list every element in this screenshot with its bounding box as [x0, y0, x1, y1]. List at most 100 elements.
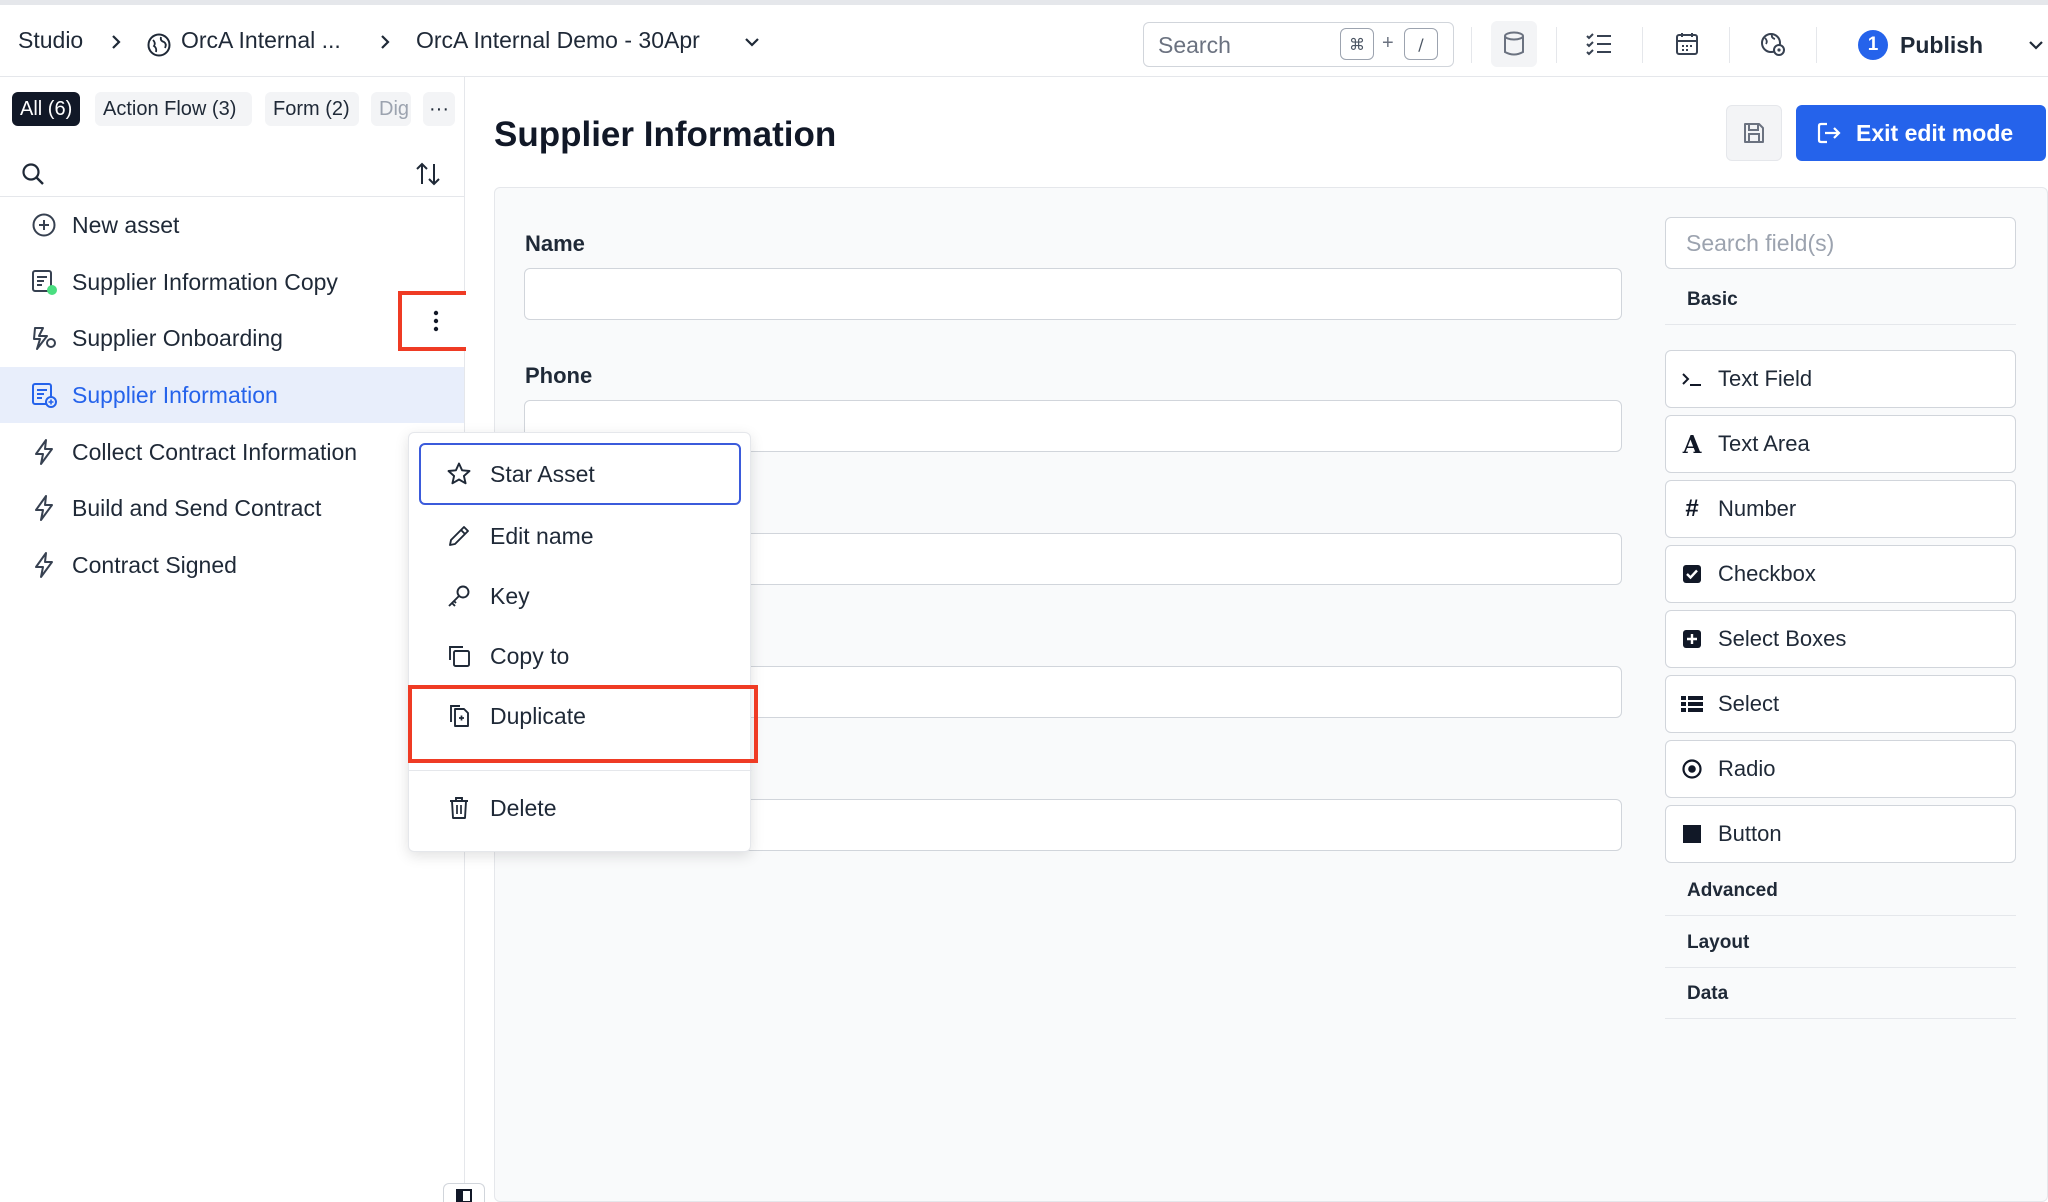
menu-item-star-asset[interactable]: Star Asset [419, 443, 741, 505]
menu-item-label: Edit name [490, 522, 594, 549]
palette-item-label: Checkbox [1718, 561, 1816, 586]
chevron-right-icon [112, 35, 121, 49]
menu-item-label: Delete [490, 794, 557, 821]
toolbar-divider [1642, 27, 1643, 63]
globe-settings-icon[interactable] [1750, 21, 1796, 67]
global-search-input[interactable] [1158, 32, 1318, 59]
asset-item-supplier-information-copy[interactable]: Supplier Information Copy [0, 254, 464, 310]
filter-chip-dig[interactable]: Dig [371, 92, 411, 126]
filter-chip-action-flow[interactable]: Action Flow (3) [95, 92, 252, 126]
panel-toggle-button[interactable] [443, 1183, 485, 1202]
asset-item-new-asset[interactable]: New asset [0, 197, 464, 253]
search-icon[interactable] [20, 161, 46, 187]
publish-button[interactable]: 1 Publish [1858, 27, 1983, 63]
flow-icon [30, 324, 58, 352]
palette-item-number[interactable]: # Number [1665, 480, 2016, 538]
checkbox-icon [1678, 560, 1706, 588]
asset-item-label: Build and Send Contract [72, 494, 322, 521]
menu-item-label: Copy to [490, 642, 570, 669]
checklist-icon[interactable] [1576, 21, 1622, 67]
asset-item-label: Supplier Information Copy [72, 268, 338, 295]
toolbar-divider [1556, 27, 1557, 63]
asset-item-supplier-information[interactable]: Supplier Information [0, 367, 464, 423]
panel-toggle-icon [456, 1189, 472, 1202]
asset-item-contract-signed[interactable]: Contract Signed [0, 537, 464, 593]
palette-section-label: Layout [1687, 932, 1750, 953]
hash-icon: # [1685, 495, 1699, 522]
palette-item-label: Text Area [1718, 431, 1810, 456]
database-icon[interactable] [1491, 21, 1537, 67]
filters-more-button[interactable]: ··· [423, 92, 455, 126]
palette-item-text-field[interactable]: Text Field [1665, 350, 2016, 408]
field-search[interactable] [1665, 217, 2016, 269]
asset-item-label: Collect Contract Information [72, 438, 358, 465]
save-icon [1744, 123, 1764, 143]
menu-item-label: Star Asset [490, 460, 595, 487]
palette-section-label: Data [1687, 983, 1729, 1004]
palette-item-label: Number [1718, 496, 1797, 521]
menu-divider [409, 770, 752, 771]
form-icon [30, 268, 58, 296]
palette-item-text-area[interactable]: A Text Area [1665, 415, 2016, 473]
chevron-right-icon [381, 35, 390, 49]
page-title: Supplier Information [494, 115, 837, 154]
palette-item-checkbox[interactable]: Checkbox [1665, 545, 2016, 603]
asset-item-label: Supplier Information [72, 381, 278, 408]
asset-item-build-and-send-contract[interactable]: Build and Send Contract [0, 480, 464, 536]
filter-chip-all[interactable]: All (6) [12, 92, 80, 126]
palette-item-label: Radio [1718, 756, 1776, 781]
palette-item-radio[interactable]: Radio [1665, 740, 2016, 798]
save-button[interactable] [1726, 105, 1782, 161]
menu-item-delete[interactable]: Delete [419, 777, 741, 839]
kebab-icon [433, 310, 439, 332]
square-icon [1678, 820, 1706, 848]
field-label-name: Name [525, 231, 585, 256]
menu-item-copy-to[interactable]: Copy to [419, 625, 741, 687]
palette-section-data[interactable]: Data [1665, 969, 2016, 1019]
duplicate-highlight [408, 685, 758, 763]
plus-square-icon [1678, 625, 1706, 653]
asset-item-label: New asset [72, 211, 180, 238]
asset-item-label: Contract Signed [72, 551, 237, 578]
exit-edit-mode-button[interactable]: Exit edit mode [1796, 105, 2046, 161]
field-label-phone: Phone [525, 363, 593, 388]
form-icon [30, 381, 58, 409]
asset-sidebar: All (6) Action Flow (3) Form (2) Dig ···… [0, 77, 465, 1202]
name-field[interactable] [524, 268, 1622, 320]
breadcrumb-org[interactable]: OrcA Internal ... [181, 27, 341, 54]
sort-icon[interactable] [413, 159, 443, 189]
key-icon [445, 582, 473, 610]
palette-item-select[interactable]: Select [1665, 675, 2016, 733]
pencil-icon [445, 522, 473, 550]
palette-item-button[interactable]: Button [1665, 805, 2016, 863]
filter-chip-form[interactable]: Form (2) [265, 92, 359, 126]
asset-item-collect-contract-information[interactable]: Collect Contract Information [0, 424, 464, 480]
chevron-down-icon[interactable] [742, 32, 762, 52]
palette-item-label: Select [1718, 691, 1780, 716]
radio-icon [1678, 755, 1706, 783]
breadcrumb-app[interactable]: OrcA Internal Demo - 30Apr [416, 27, 700, 54]
palette-section-advanced[interactable]: Advanced [1665, 866, 2016, 916]
star-icon [445, 460, 473, 488]
field-search-input[interactable] [1686, 230, 1986, 257]
asset-item-supplier-onboarding[interactable]: Supplier Onboarding [0, 310, 464, 366]
asset-options-button[interactable] [398, 291, 474, 351]
shortcut-key-slash: / [1404, 28, 1438, 60]
toolbar-divider [1816, 27, 1817, 63]
shortcut-key-cmd: ⌘ [1340, 28, 1374, 60]
palette-section-basic[interactable]: Basic [1665, 275, 2016, 325]
palette-item-label: Select Boxes [1718, 626, 1847, 651]
publish-label: Publish [1900, 31, 1984, 58]
terminal-icon [1678, 365, 1706, 393]
bolt-icon [30, 494, 58, 522]
font-icon: A [1682, 429, 1702, 459]
calendar-icon[interactable] [1664, 21, 1710, 67]
global-search[interactable]: ⌘ + / [1143, 22, 1454, 67]
menu-item-key[interactable]: Key [419, 565, 741, 627]
breadcrumb-studio[interactable]: Studio [18, 27, 83, 54]
menu-item-edit-name[interactable]: Edit name [419, 505, 741, 567]
palette-item-select-boxes[interactable]: Select Boxes [1665, 610, 2016, 668]
palette-section-layout[interactable]: Layout [1665, 918, 2016, 968]
top-bar: Studio OrcA Internal ... OrcA Internal D… [0, 0, 2048, 77]
chevron-down-icon[interactable] [2026, 35, 2046, 55]
